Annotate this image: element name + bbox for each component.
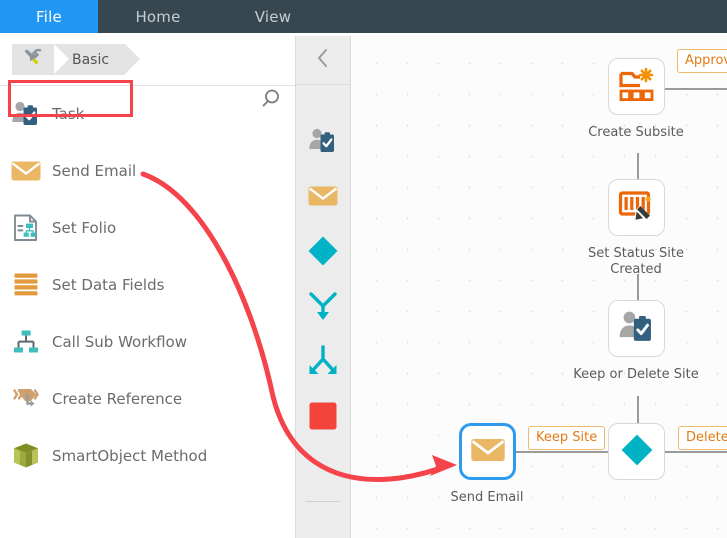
- node-keep-or-delete-site[interactable]: [608, 300, 665, 357]
- list-item-call-sub-workflow[interactable]: Call Sub Workflow: [0, 313, 294, 370]
- strip-item-decision[interactable]: [296, 226, 350, 280]
- list-item-label: Set Data Fields: [52, 275, 165, 294]
- task-person-clipboard-icon: [308, 127, 338, 159]
- strip-divider: [306, 501, 340, 502]
- edge-label-delete-site[interactable]: Delete Site: [678, 426, 727, 450]
- collapse-panel-button[interactable]: [296, 36, 350, 85]
- list-item-set-data-fields[interactable]: Set Data Fields: [0, 256, 294, 313]
- task-person-clipboard-icon: [618, 309, 656, 349]
- list-item-label: Call Sub Workflow: [52, 332, 187, 351]
- strip-item-send-email[interactable]: [296, 171, 350, 225]
- list-item-label: SmartObject Method: [52, 446, 208, 465]
- toolbox-panel: Basic Task Send Email Set Folio Set Data…: [0, 36, 296, 538]
- tab-file[interactable]: File: [0, 0, 98, 33]
- strip-item-send-email-partial[interactable]: [296, 534, 350, 538]
- decision-diamond-icon: [306, 234, 340, 272]
- list-item-label: Send Email: [52, 161, 137, 180]
- envelope-icon: [0, 158, 52, 184]
- tab-home-label: Home: [135, 7, 181, 26]
- breadcrumb-basic-segment[interactable]: Basic: [54, 44, 141, 75]
- ribbon-tabbar: File Home View: [0, 0, 727, 33]
- breadcrumb-tools-segment[interactable]: [12, 44, 69, 75]
- list-item-label: Task: [52, 104, 85, 123]
- sub-workflow-icon: [0, 329, 52, 355]
- list-item-smartobject-method[interactable]: SmartObject Method: [0, 427, 294, 484]
- node-label-keep-or-delete-site: Keep or Delete Site: [573, 367, 699, 382]
- tab-home[interactable]: Home: [98, 0, 218, 33]
- set-status-icon: [618, 188, 656, 228]
- node-create-subsite[interactable]: [608, 58, 665, 115]
- tab-view-label: View: [254, 7, 292, 26]
- connector-line: [664, 451, 727, 453]
- chevron-left-icon: [313, 47, 333, 73]
- strip-item-split[interactable]: [296, 336, 350, 390]
- node-label-set-status-site-created: Set Status Site Created: [588, 246, 684, 277]
- node-send-email[interactable]: [459, 423, 516, 480]
- document-folio-icon: [0, 213, 52, 243]
- list-item-label: Set Folio: [52, 218, 117, 237]
- create-subsite-icon: [618, 66, 656, 108]
- envelope-icon: [307, 183, 339, 213]
- node-decision[interactable]: [608, 423, 665, 480]
- list-item-task[interactable]: Task: [0, 85, 294, 142]
- list-item-create-reference[interactable]: Create Reference: [0, 370, 294, 427]
- create-reference-icon: [0, 385, 52, 413]
- node-label-create-subsite: Create Subsite: [588, 125, 684, 140]
- breadcrumb[interactable]: Basic: [12, 44, 141, 75]
- toolbox-item-list: Task Send Email Set Folio Set Data Field…: [0, 85, 294, 484]
- tab-view[interactable]: View: [218, 0, 328, 33]
- strip-item-merge[interactable]: [296, 281, 350, 335]
- list-item-send-email[interactable]: Send Email: [0, 142, 294, 199]
- edge-label-approve[interactable]: Approve: [677, 49, 727, 73]
- strip-item-stop[interactable]: [296, 391, 350, 445]
- icon-strip: [296, 36, 351, 538]
- tab-file-label: File: [36, 7, 62, 26]
- merge-arrow-icon: [307, 290, 339, 326]
- breadcrumb-label: Basic: [72, 51, 110, 68]
- node-set-status-site-created[interactable]: [608, 179, 665, 236]
- strip-item-task[interactable]: [296, 116, 350, 170]
- envelope-icon: [469, 435, 507, 469]
- list-item-set-folio[interactable]: Set Folio: [0, 199, 294, 256]
- smartobject-cube-icon: [0, 441, 52, 471]
- workflow-canvas[interactable]: Create Subsite Set Status Site Created K…: [351, 36, 727, 538]
- task-person-clipboard-icon: [0, 100, 52, 128]
- breadcrumb-bar: Basic: [0, 36, 295, 86]
- stop-square-icon: [308, 401, 338, 435]
- tools-icon: [22, 48, 44, 72]
- list-item-label: Create Reference: [52, 389, 183, 408]
- data-fields-icon: [0, 271, 52, 299]
- edge-label-keep-site[interactable]: Keep Site: [528, 426, 606, 450]
- split-arrows-icon: [307, 345, 339, 381]
- decision-diamond-icon: [619, 432, 655, 472]
- node-label-send-email: Send Email: [450, 490, 524, 505]
- application-window: File Home View Basic Task Send Email Set…: [0, 0, 727, 538]
